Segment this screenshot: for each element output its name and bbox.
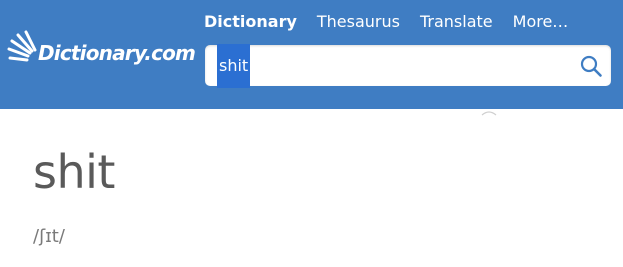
nav-thesaurus[interactable]: Thesaurus (317, 12, 400, 31)
top-nav: Dictionary Thesaurus Translate More… (204, 10, 568, 32)
search-input-value: shit (217, 43, 251, 88)
nav-more[interactable]: More… (513, 12, 569, 31)
logo-text: Dictionary.com (38, 41, 196, 65)
search-input[interactable]: shit (217, 43, 559, 88)
nav-translate[interactable]: Translate (420, 12, 493, 31)
scroll-arrow-icon (481, 111, 497, 116)
pronunciation: /ʃɪt/ (33, 226, 65, 247)
search-icon (580, 55, 602, 77)
search-button[interactable] (579, 54, 603, 78)
headword: shit (33, 145, 115, 199)
search-box: shit (205, 43, 611, 88)
site-header: Dictionary.com Dictionary Thesaurus Tran… (0, 0, 623, 109)
site-logo[interactable]: Dictionary.com (6, 30, 196, 80)
nav-dictionary[interactable]: Dictionary (204, 12, 297, 31)
